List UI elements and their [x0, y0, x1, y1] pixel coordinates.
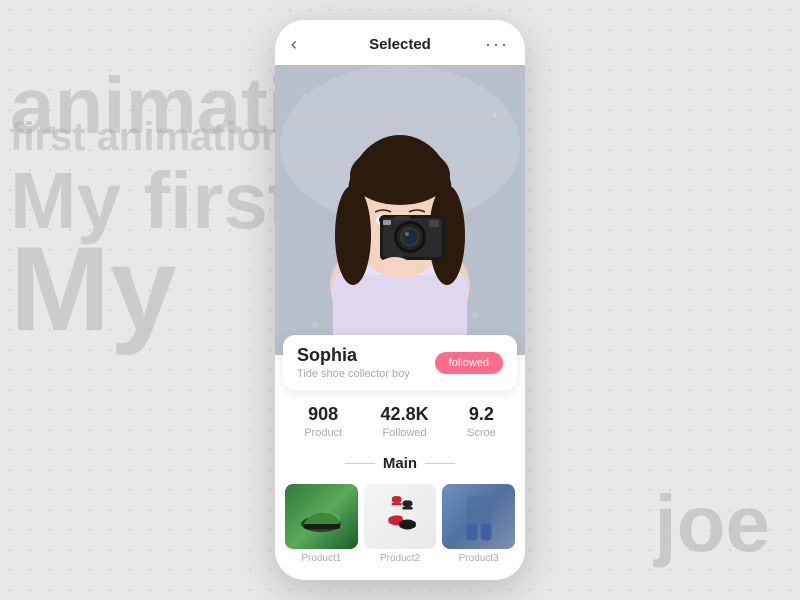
stats-row: 908 Product 42.8K Followed 9.2 Scroe: [275, 390, 525, 445]
product-thumb-2: [364, 484, 437, 549]
stat-product-label: Product: [304, 427, 342, 439]
stat-score-value: 9.2: [467, 404, 496, 425]
section-header: Main: [275, 445, 525, 480]
hero-image: [275, 65, 525, 355]
product-item-1[interactable]: Product1: [285, 484, 358, 564]
product-label-1: Product1: [285, 553, 358, 564]
section-line-left: [345, 463, 375, 464]
product-image-2: [364, 484, 437, 549]
product-image-1: [285, 484, 358, 549]
stat-followed-label: Followed: [381, 427, 429, 439]
stat-followed: 42.8K Followed: [381, 404, 429, 439]
stat-score-label: Scroe: [467, 427, 496, 439]
stat-score: 9.2 Scroe: [467, 404, 496, 439]
more-button[interactable]: ···: [485, 34, 509, 55]
product-label-2: Product2: [364, 553, 437, 564]
profile-card: Sophia Tide shoe collector boy followed: [283, 335, 517, 390]
followed-button[interactable]: followed: [435, 352, 503, 374]
stat-product-value: 908: [304, 404, 342, 425]
phone-mockup: ‹ Selected ···: [275, 20, 525, 580]
product-label-3: Product3: [442, 553, 515, 564]
section-line-right: [425, 463, 455, 464]
product-thumb-1: [285, 484, 358, 549]
products-row: Product1: [275, 480, 525, 574]
product-thumb-3: [442, 484, 515, 549]
bg-text-my-first: My first: [10, 155, 295, 247]
product-item-2[interactable]: Product2: [364, 484, 437, 564]
phone-header: ‹ Selected ···: [275, 20, 525, 65]
stat-product: 908 Product: [304, 404, 342, 439]
bg-text-my: My: [10, 220, 177, 358]
product-image-3: [442, 484, 515, 549]
bg-text-joe: joe: [654, 478, 770, 570]
header-title: Selected: [315, 36, 485, 53]
back-button[interactable]: ‹: [291, 34, 315, 55]
profile-info: Sophia Tide shoe collector boy: [297, 345, 410, 380]
profile-name: Sophia: [297, 345, 410, 366]
section-title: Main: [383, 455, 417, 472]
stat-followed-value: 42.8K: [381, 404, 429, 425]
product-item-3[interactable]: Product3: [442, 484, 515, 564]
bg-text-first-animation: first animation: [10, 115, 286, 160]
profile-subtitle: Tide shoe collector boy: [297, 368, 410, 380]
